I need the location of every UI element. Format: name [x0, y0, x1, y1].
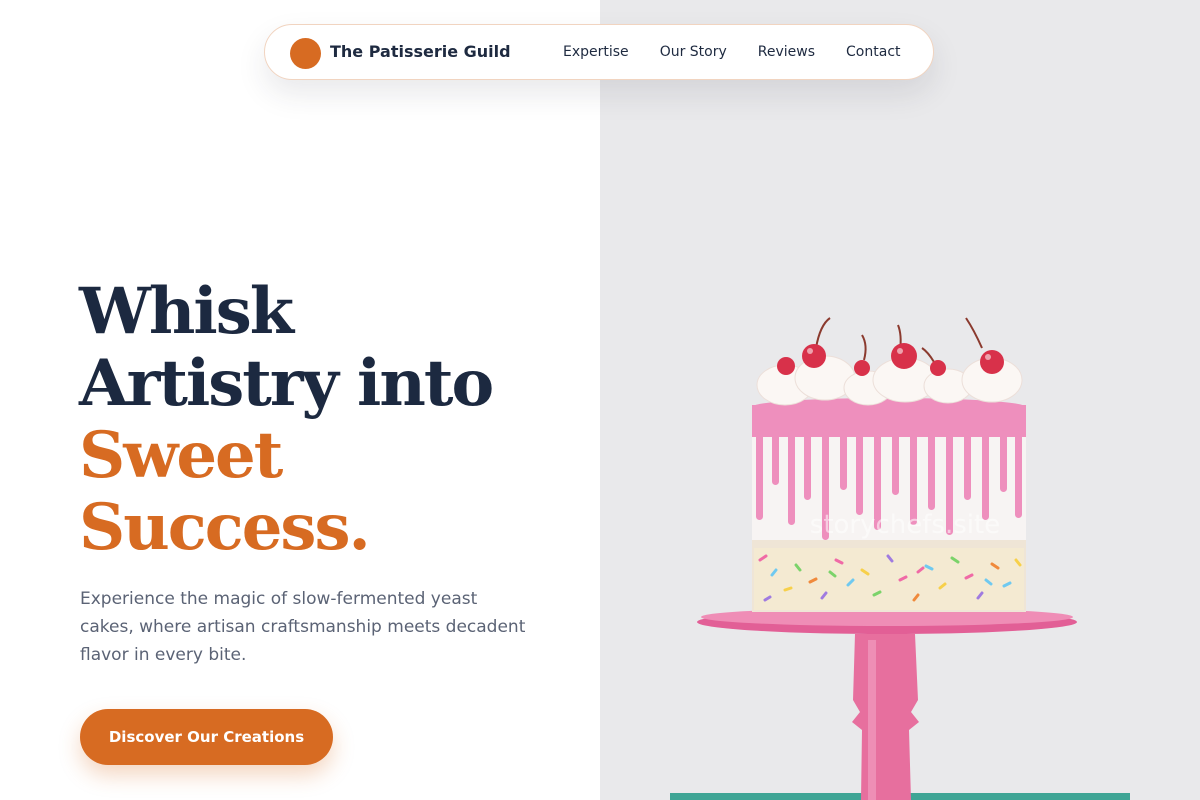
- nav-link-contact[interactable]: Contact: [846, 44, 900, 62]
- nav-link-our-story[interactable]: Our Story: [660, 44, 727, 62]
- headline-line-1: Whisk: [79, 274, 294, 349]
- cream-and-cherries: [756, 317, 1023, 406]
- top-navbar: The Patisserie Guild Expertise Our Story…: [264, 24, 934, 80]
- hero-headline: Whisk Artistry into Sweet Success.: [79, 276, 579, 564]
- hero-image-panel: storychefs.site: [600, 0, 1200, 800]
- headline-accent-line-1: Sweet: [79, 418, 283, 493]
- brand-name[interactable]: The Patisserie Guild: [330, 42, 511, 61]
- discover-creations-button[interactable]: Discover Our Creations: [80, 709, 333, 765]
- nav-links: Expertise Our Story Reviews Contact: [563, 44, 901, 62]
- cake-body: storychefs.site: [752, 398, 1026, 612]
- nav-link-expertise[interactable]: Expertise: [563, 44, 629, 62]
- watermark-text: storychefs.site: [810, 510, 1000, 540]
- sprinkles: [754, 548, 1024, 610]
- logo-circle-icon[interactable]: [290, 38, 321, 69]
- nav-link-reviews[interactable]: Reviews: [758, 44, 815, 62]
- headline-line-2: Artistry into: [79, 346, 494, 421]
- cake-stand: [697, 608, 1077, 800]
- headline-accent-line-2: Success.: [79, 490, 371, 565]
- cake-photo: storychefs.site: [670, 317, 1130, 800]
- hero-subtext: Experience the magic of slow-fermented y…: [80, 589, 526, 665]
